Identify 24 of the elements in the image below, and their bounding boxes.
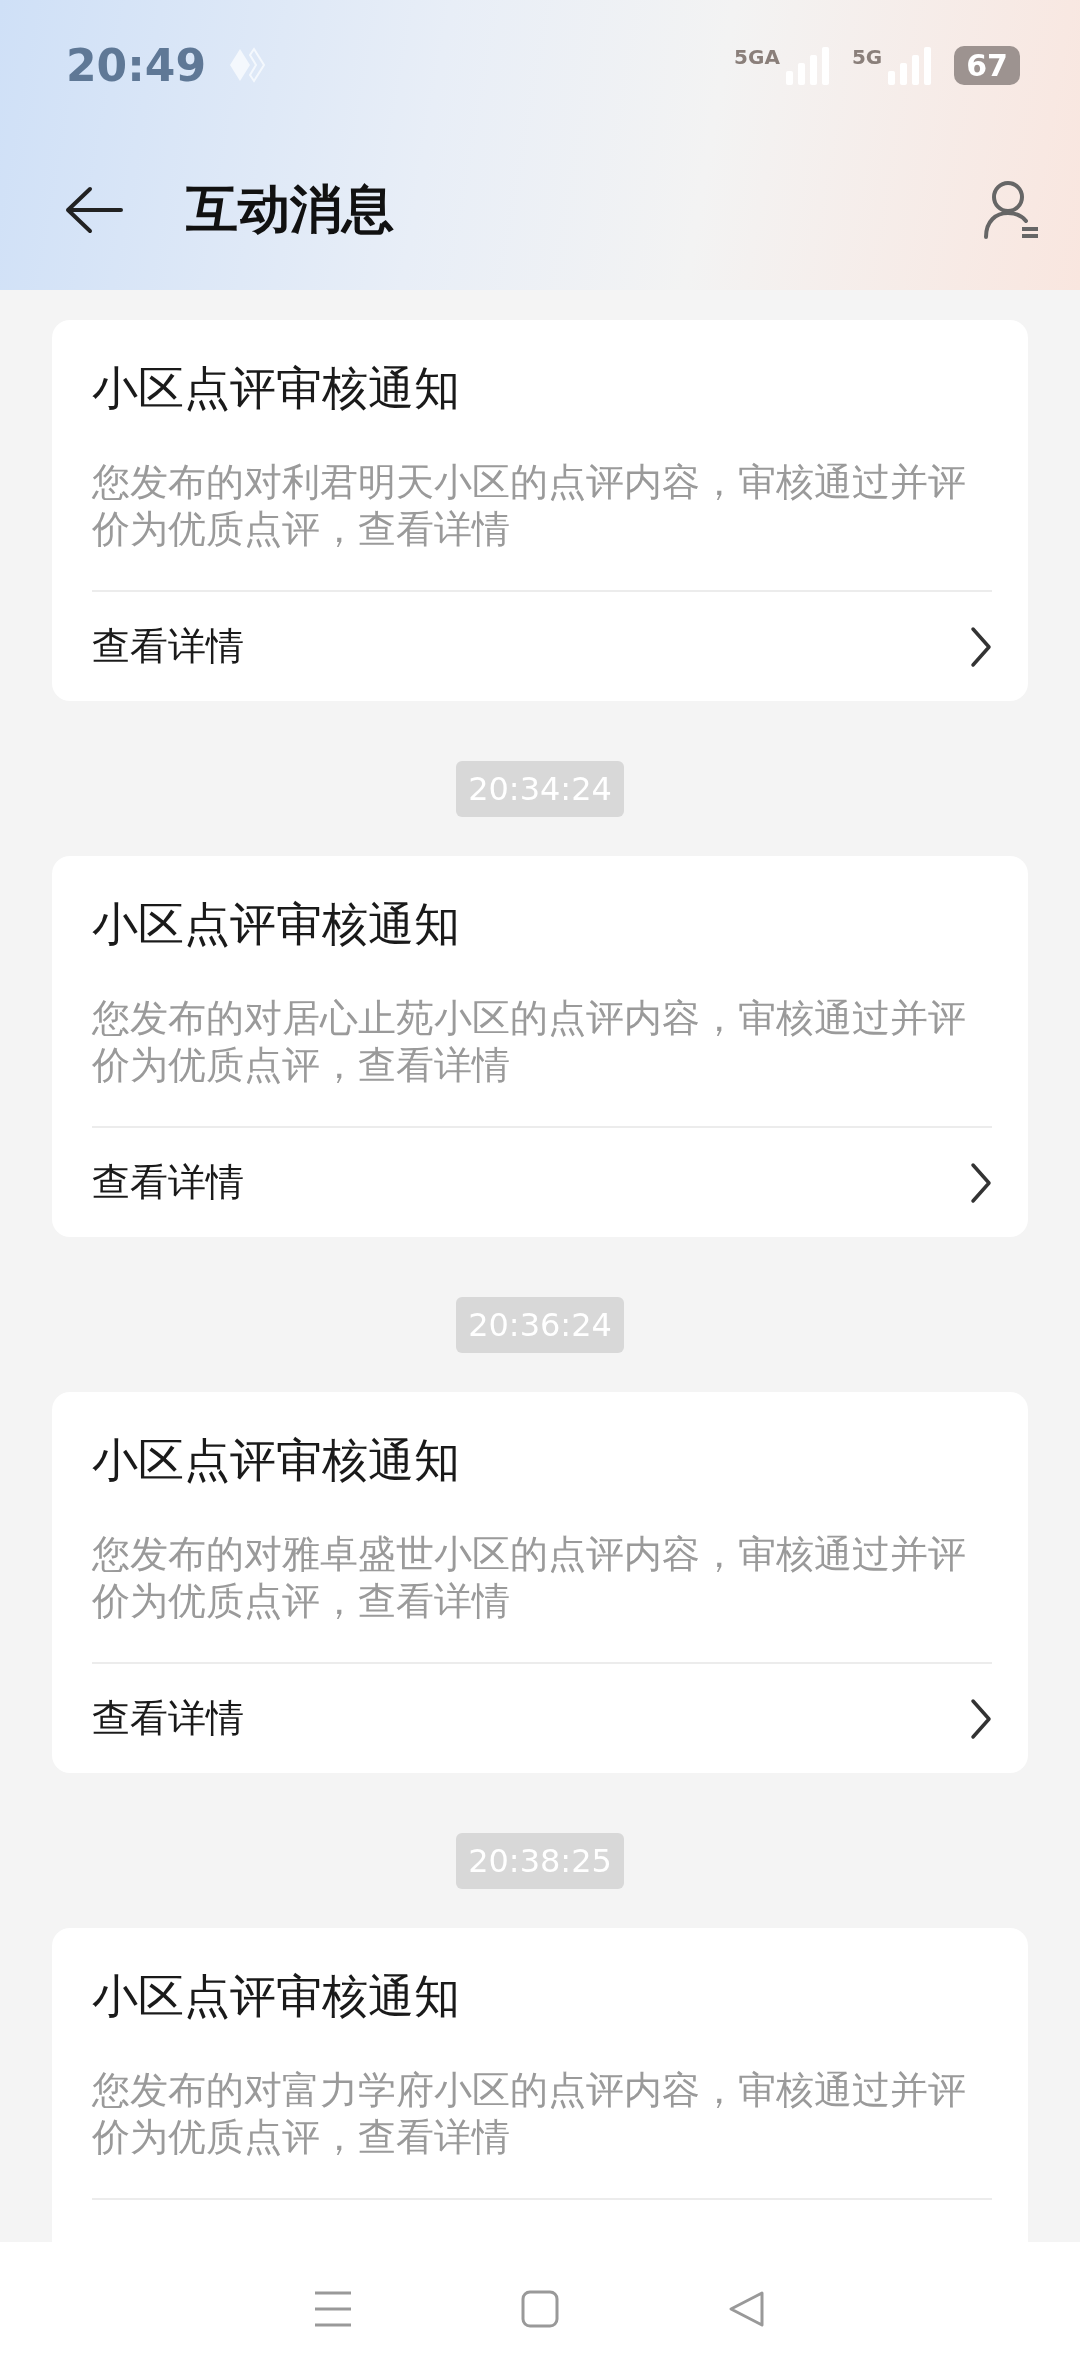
home-icon[interactable] (520, 2289, 560, 2329)
message-body: 您发布的对利君明天小区的点评内容，审核通过并评价为优质点评，查看详情 (92, 459, 967, 553)
back-icon[interactable] (64, 185, 124, 235)
status-time: 20:49 (66, 39, 207, 91)
battery-indicator: 67 (954, 45, 1020, 85)
chevron-icon (970, 625, 992, 668)
message-title: 小区点评审核通知 (92, 360, 461, 416)
details-link[interactable]: 查看详情 (92, 1128, 992, 1237)
message-body: 您发布的对雅卓盛世小区的点评内容，审核通过并评价为优质点评，查看详情 (92, 1531, 967, 1625)
message-title: 小区点评审核通知 (92, 1968, 461, 2024)
page-title: 互动消息 (186, 178, 395, 241)
user-list-icon[interactable] (982, 179, 1040, 241)
message-body: 您发布的对富力学府小区的点评内容，审核通过并评价为优质点评，查看详情 (92, 2067, 967, 2161)
chevron-icon (970, 1697, 992, 1740)
message-body: 您发布的对居心止苑小区的点评内容，审核通过并评价为优质点评，查看详情 (92, 995, 967, 1089)
chevron-icon (970, 1161, 992, 1204)
network-label: 5G (851, 45, 883, 69)
details-link[interactable]: 查看详情 (92, 1664, 992, 1773)
menu-icon[interactable] (313, 2289, 354, 2329)
network-label: 5GA (734, 45, 780, 69)
message-title: 小区点评审核通知 (92, 896, 461, 952)
back-nav-icon[interactable] (726, 2289, 767, 2329)
message-title: 小区点评审核通知 (92, 1432, 461, 1488)
details-link[interactable]: 查看详情 (92, 592, 992, 701)
